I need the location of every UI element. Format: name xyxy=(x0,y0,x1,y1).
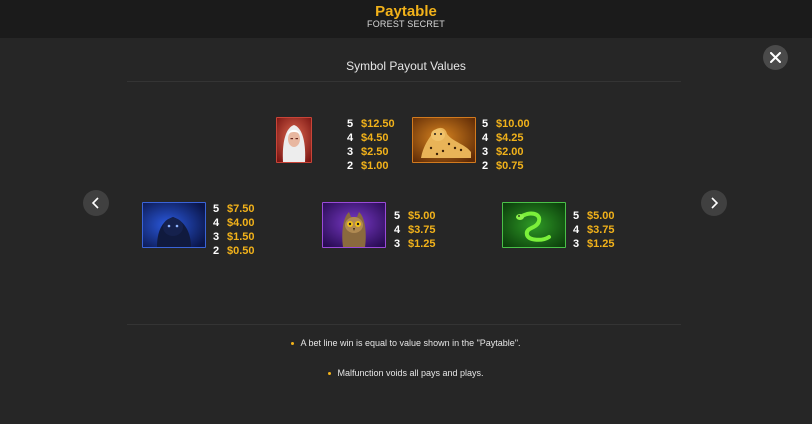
pay-row: 3 $1.25 xyxy=(573,238,615,250)
game-name: FOREST SECRET xyxy=(367,19,445,29)
rule-item: Malfunction voids all pays and plays. xyxy=(0,368,812,378)
page-title: Paytable xyxy=(375,3,437,20)
pay-row: 3 $1.50 xyxy=(213,231,255,243)
symbol-snake: 5 $5.00 4 $3.75 3 $1.25 xyxy=(502,202,632,252)
pay-row: 3 $2.00 xyxy=(482,146,524,158)
cheetah-pay-list: 5 $10.00 4 $4.25 3 $2.00 2 $0.75 xyxy=(482,117,530,173)
panther-pay-list: 5 $7.50 4 $4.00 3 $1.50 2 $0.50 xyxy=(213,202,255,258)
symbol-cheetah: 5 $10.00 4 $4.25 3 $2.00 2 $0.75 xyxy=(412,117,542,172)
pay-row: 2 $0.50 xyxy=(213,245,255,257)
pay-row: 2 $1.00 xyxy=(347,160,389,172)
chevron-left-icon xyxy=(91,197,99,209)
bottom-divider xyxy=(127,324,681,325)
next-page-button[interactable] xyxy=(701,190,727,216)
prev-page-button[interactable] xyxy=(83,190,109,216)
cheetah-symbol-image xyxy=(412,117,476,163)
paytable-header: Paytable FOREST SECRET xyxy=(0,0,812,38)
owl-pay-list: 5 $5.00 4 $3.75 3 $1.25 xyxy=(394,209,436,251)
pay-row: 5 $10.00 xyxy=(482,118,530,130)
pay-row: 5 $5.00 xyxy=(573,210,615,222)
pay-row: 4 $3.75 xyxy=(573,224,615,236)
pay-row: 4 $4.25 xyxy=(482,132,524,144)
pay-row: 4 $4.50 xyxy=(347,132,389,144)
pay-row: 4 $3.75 xyxy=(394,224,436,236)
symbol-woman: 5 $12.50 4 $4.50 3 $2.50 2 $1.00 xyxy=(276,117,396,172)
symbol-panther: 5 $7.50 4 $4.00 3 $1.50 2 $0.50 xyxy=(142,202,272,257)
woman-symbol-image xyxy=(276,117,312,163)
rule-item: A bet line win is equal to value shown i… xyxy=(0,338,812,348)
woman-pay-list: 5 $12.50 4 $4.50 3 $2.50 2 $1.00 xyxy=(347,117,395,173)
chevron-right-icon xyxy=(711,197,719,209)
symbol-owl: 5 $5.00 4 $3.75 3 $1.25 xyxy=(322,202,452,252)
top-divider xyxy=(127,81,681,82)
snake-symbol-image xyxy=(502,202,566,248)
pay-row: 2 $0.75 xyxy=(482,160,524,172)
pay-row: 5 $7.50 xyxy=(213,203,255,215)
pay-row: 5 $12.50 xyxy=(347,118,395,130)
bullet-icon xyxy=(328,372,332,376)
owl-symbol-image xyxy=(322,202,386,248)
pay-row: 5 $5.00 xyxy=(394,210,436,222)
section-title: Symbol Payout Values xyxy=(346,59,466,73)
panther-symbol-image xyxy=(142,202,206,248)
pay-row: 4 $4.00 xyxy=(213,217,255,229)
snake-pay-list: 5 $5.00 4 $3.75 3 $1.25 xyxy=(573,209,615,251)
pay-row: 3 $2.50 xyxy=(347,146,389,158)
bullet-icon xyxy=(291,342,295,346)
pay-row: 3 $1.25 xyxy=(394,238,436,250)
